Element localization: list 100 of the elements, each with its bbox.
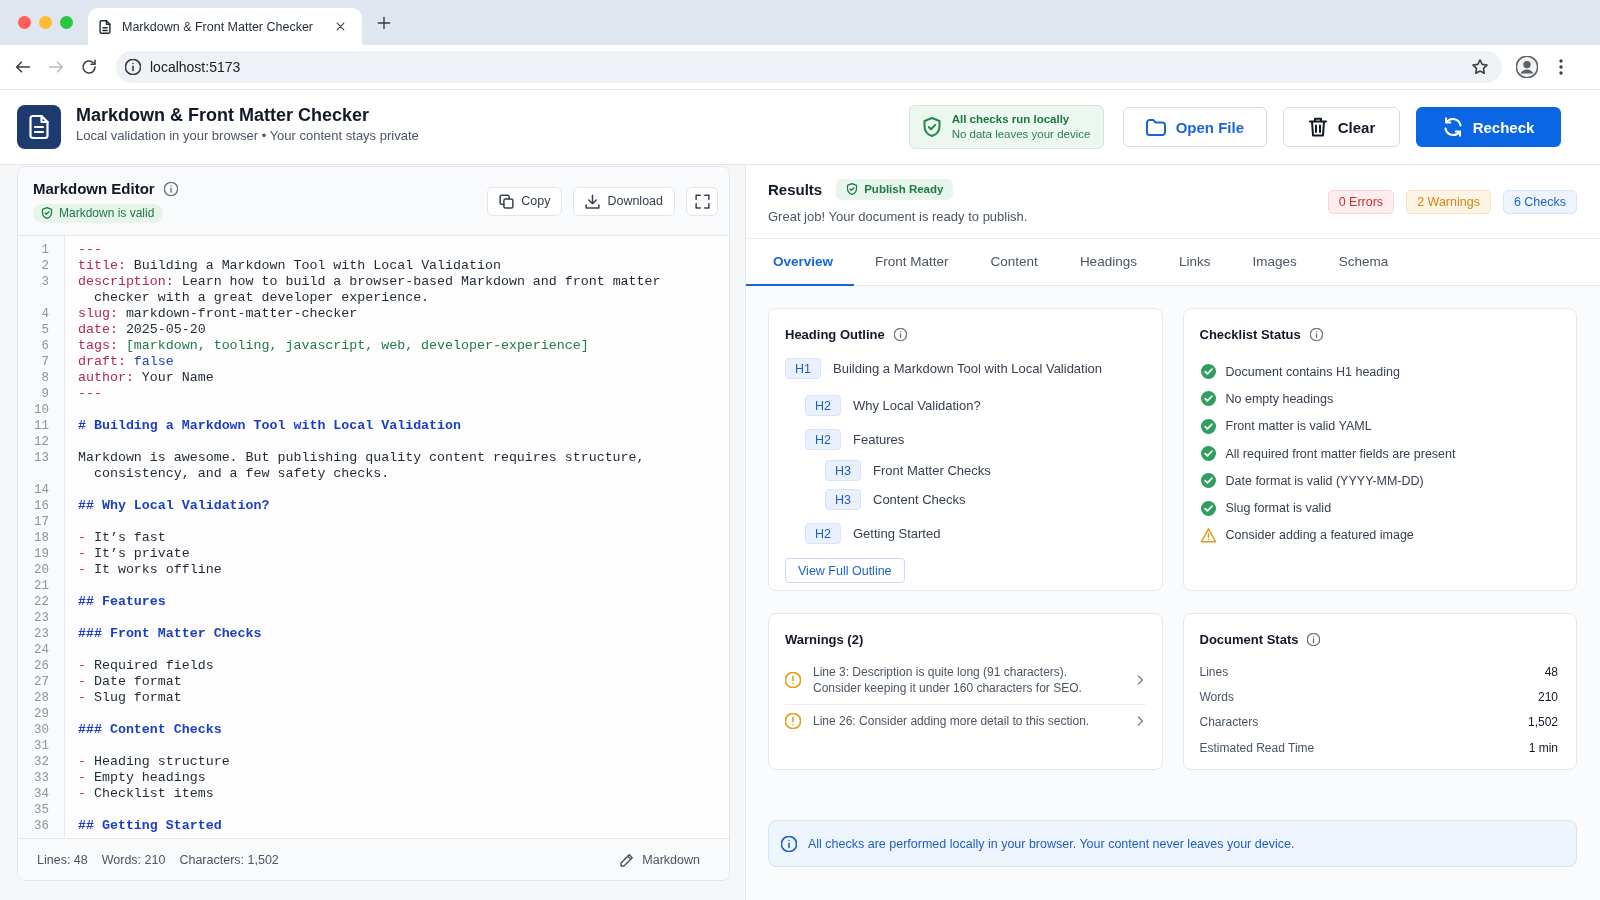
heading-text: Front Matter Checks <box>873 463 991 478</box>
arrow-left-icon[interactable] <box>15 59 31 75</box>
avatar-icon[interactable] <box>1516 56 1538 78</box>
plus-icon[interactable] <box>377 15 391 30</box>
card-title: Heading Outline <box>785 326 885 342</box>
code-line: slug: markdown-front-matter-checker <box>78 306 358 321</box>
summary-text: Great job! Your document is ready to publish. <box>768 209 1028 224</box>
clear-button[interactable]: Clear <box>1283 107 1400 147</box>
heading-level: H1 <box>785 358 821 379</box>
warning-triangle-icon <box>1200 527 1216 543</box>
results-tab[interactable]: Links <box>1157 239 1232 286</box>
folder-icon <box>1145 117 1166 137</box>
line-number: 5 <box>41 323 49 337</box>
check-circle-icon <box>1200 500 1216 516</box>
address-bar[interactable]: localhost:5173 <box>116 51 1502 83</box>
stat-value: 1 min <box>1528 740 1558 755</box>
menu-icon[interactable] <box>1559 59 1563 75</box>
view-outline-button[interactable]: View Full Outline <box>785 558 905 583</box>
star-icon[interactable] <box>1472 59 1488 75</box>
check-count: 6 Checks <box>1502 190 1577 214</box>
line-number: 22 <box>34 595 49 609</box>
results-tab[interactable]: Headings <box>1058 239 1158 286</box>
code-line: - Empty headings <box>78 770 206 785</box>
browser-tab[interactable]: Markdown & Front Matter Checker <box>88 8 362 45</box>
line-number: 13 <box>34 451 49 465</box>
code-line: - Date format <box>78 674 182 689</box>
info-icon <box>125 59 141 75</box>
editor-stat: Words: 210 <box>101 852 166 867</box>
results-tab[interactable]: Front Matter <box>854 239 970 286</box>
line-number: 17 <box>34 515 49 529</box>
line-number: 3 <box>41 275 49 289</box>
line-number: 21 <box>34 579 49 593</box>
check-circle-icon <box>1200 473 1216 489</box>
document-icon <box>98 19 112 34</box>
stat-label: Lines <box>1199 664 1229 679</box>
mode-label: Markdown <box>642 852 700 867</box>
checklist-text: Front matter is valid YAML <box>1225 419 1372 434</box>
line-number: 32 <box>34 755 49 769</box>
card-title: Warnings (2) <box>785 631 864 647</box>
info-icon <box>1307 632 1321 646</box>
code-line: ### Content Checks <box>78 722 222 737</box>
pencil-icon <box>620 852 635 867</box>
stat-value: 48 <box>1544 664 1558 679</box>
line-number: 7 <box>41 355 49 369</box>
line-number: 31 <box>34 739 49 753</box>
heading-level: H2 <box>805 429 841 450</box>
heading-text: Building a Markdown Tool with Local Validation <box>833 361 1103 376</box>
copy-icon <box>499 193 515 209</box>
download-button[interactable]: Download <box>573 186 675 216</box>
results-tab[interactable]: Schema <box>1317 239 1410 286</box>
results-tab[interactable]: Content <box>969 239 1059 286</box>
close-icon[interactable] <box>335 21 346 32</box>
fullscreen-button[interactable] <box>686 186 718 216</box>
recheck-button[interactable]: Recheck <box>1416 107 1561 147</box>
stat-label: Estimated Read Time <box>1199 740 1315 755</box>
copy-button[interactable]: Copy <box>487 186 563 216</box>
reload-icon[interactable] <box>81 59 97 75</box>
check-circle-icon <box>1200 391 1216 407</box>
line-number: 29 <box>34 707 49 721</box>
line-number: 8 <box>41 371 49 385</box>
check-circle-icon <box>1200 364 1216 380</box>
heading-level: H2 <box>805 523 841 544</box>
results-tab[interactable]: Images <box>1231 239 1318 286</box>
code-line: - Slug format <box>78 690 182 705</box>
shield-check-icon <box>921 117 942 137</box>
open-file-button[interactable]: Open File <box>1122 107 1267 147</box>
code-line: ### Front Matter Checks <box>78 626 262 641</box>
code-line: date: 2025-05-20 <box>78 322 206 337</box>
heading-text: Features <box>853 432 905 447</box>
error-count: 0 Errors <box>1327 190 1395 214</box>
code-line: # Building a Markdown Tool with Local Validation <box>78 418 461 433</box>
app-title: Markdown & Front Matter Checker <box>76 104 371 126</box>
line-number: 10 <box>34 403 49 417</box>
notice-subtitle: No data leaves your device <box>951 127 1091 142</box>
code-line: - Required fields <box>78 658 214 673</box>
code-line: --- <box>78 386 102 401</box>
expand-icon <box>694 193 710 209</box>
line-number: 26 <box>34 659 49 673</box>
line-number: 11 <box>34 419 49 433</box>
notice-title: All checks run locally <box>951 112 1071 127</box>
line-number: 34 <box>34 787 49 801</box>
card-title: Checklist Status <box>1199 326 1301 342</box>
line-number: 18 <box>34 531 49 545</box>
line-number: 4 <box>41 307 49 321</box>
line-number: 12 <box>34 435 49 449</box>
code-line: draft: false <box>78 354 174 369</box>
checklist-text: Slug format is valid <box>1225 501 1332 516</box>
editor-title: Markdown Editor <box>33 180 155 198</box>
heading-level: H2 <box>805 395 841 416</box>
refresh-icon <box>1442 117 1463 137</box>
info-icon <box>781 835 797 852</box>
line-number: 14 <box>34 483 49 497</box>
checklist-text: All required front matter fields are present <box>1225 446 1456 461</box>
line-number: 20 <box>34 563 49 577</box>
stat-label: Words <box>1199 689 1234 704</box>
line-number: 36 <box>34 819 49 833</box>
trash-icon <box>1307 117 1328 137</box>
info-icon <box>893 327 907 341</box>
editor-stat: Lines: 48 <box>37 852 88 867</box>
warning-count: 2 Warnings <box>1406 190 1491 214</box>
